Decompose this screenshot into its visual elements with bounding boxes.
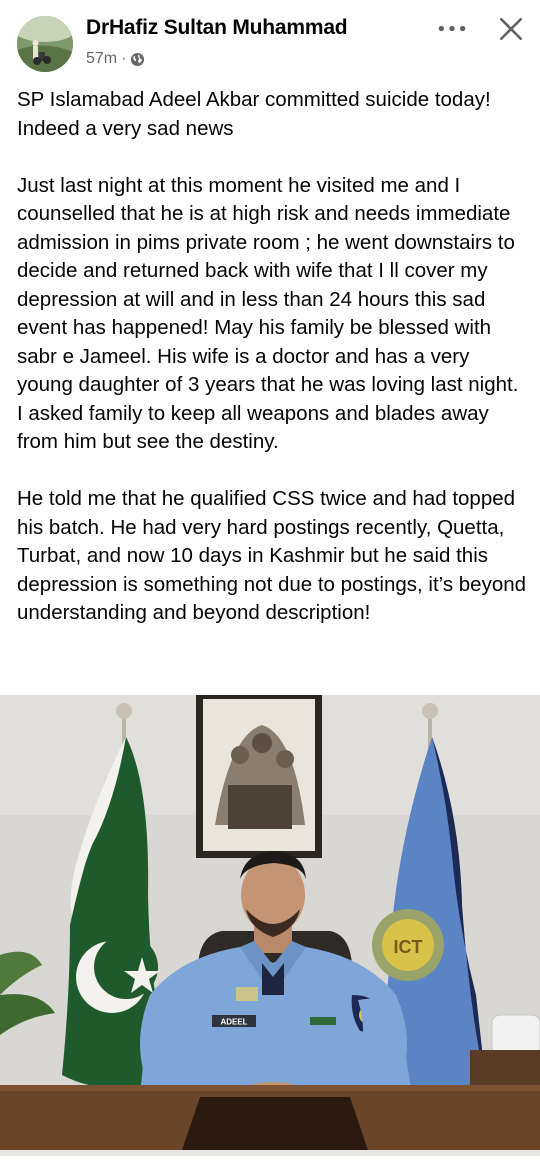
post-text: SP Islamabad Adeel Akbar committed suici… — [17, 86, 529, 628]
more-dots-icon — [438, 25, 466, 31]
close-icon — [499, 17, 523, 41]
more-options-button[interactable] — [434, 14, 470, 42]
post-paragraph: SP Islamabad Adeel Akbar committed suici… — [17, 88, 491, 140]
name-tag-text: ADEEL — [220, 1018, 247, 1027]
post-meta: 57m · — [86, 49, 145, 69]
globe-icon — [130, 52, 145, 67]
post-paragraph: He told me that he qualified CSS twice a… — [17, 487, 527, 624]
author-name[interactable]: DrHafiz Sultan Muhammad — [86, 16, 348, 40]
close-button[interactable] — [494, 12, 528, 46]
post-time[interactable]: 57m — [86, 50, 117, 68]
post-header: DrHafiz Sultan Muhammad 57m · — [0, 0, 540, 86]
avatar[interactable] — [17, 16, 73, 72]
post-paragraph: Just last night at this moment he visite… — [17, 173, 519, 454]
post-photo[interactable]: ICT ADEEL — [0, 695, 540, 1156]
svg-text:ICT: ICT — [394, 937, 423, 957]
meta-separator: · — [121, 50, 127, 67]
